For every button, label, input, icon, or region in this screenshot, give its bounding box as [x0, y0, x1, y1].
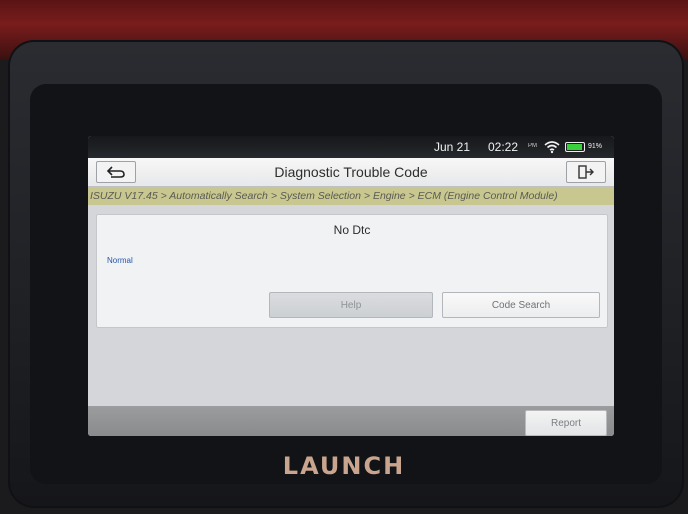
- breadcrumb: ISUZU V17.45 > Automatically Search > Sy…: [88, 187, 614, 205]
- brand-logo: LAUNCH: [282, 452, 406, 480]
- status-notification: PM: [528, 143, 537, 149]
- status-date: Jun 21: [434, 140, 471, 154]
- code-search-button[interactable]: Code Search: [442, 292, 600, 318]
- wifi-icon: [544, 141, 560, 154]
- exit-icon: [578, 165, 594, 179]
- help-button[interactable]: Help: [269, 292, 433, 318]
- page-title: Diagnostic Trouble Code: [274, 164, 428, 180]
- dtc-message: No Dtc: [333, 223, 371, 237]
- battery-icon: [565, 142, 585, 152]
- battery-fill: [567, 144, 582, 150]
- exit-button[interactable]: [566, 161, 606, 183]
- title-bar: Diagnostic Trouble Code: [88, 158, 614, 187]
- report-button[interactable]: Report: [525, 410, 607, 436]
- status-time: 02:22: [488, 140, 519, 154]
- dtc-status: Normal: [107, 256, 133, 265]
- battery-percent: 91%: [588, 143, 603, 150]
- device-screen: Jun 21 02:22 PM 91% Diagnostic Trouble C…: [88, 136, 614, 436]
- dtc-panel: No Dtc Normal Help Code Search: [96, 214, 608, 328]
- status-bar: Jun 21 02:22 PM 91%: [88, 136, 614, 158]
- bottom-toolbar: Report: [88, 406, 614, 436]
